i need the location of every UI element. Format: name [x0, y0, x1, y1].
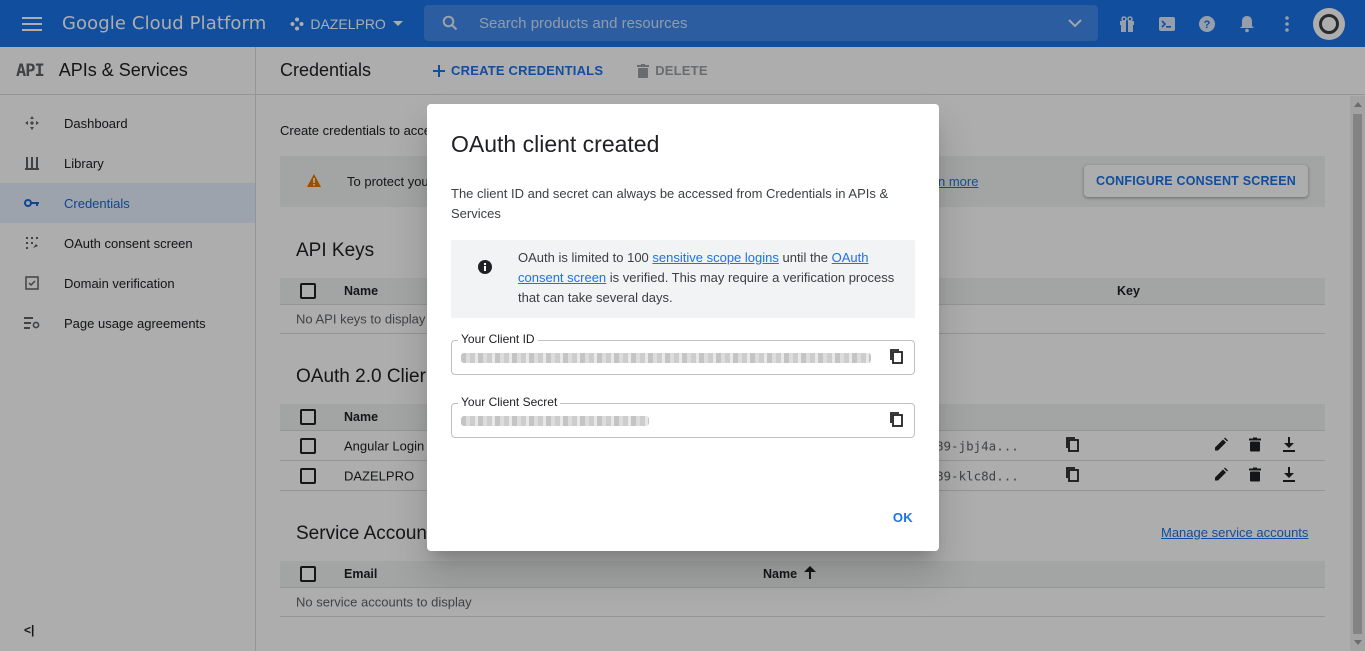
info-text-part: until the — [778, 250, 832, 265]
info-icon — [478, 260, 492, 274]
dialog-title: OAuth client created — [451, 131, 660, 157]
copy-icon[interactable] — [890, 349, 903, 367]
oauth-created-dialog: OAuth client created The client ID and s… — [427, 104, 939, 551]
client-secret-redacted[interactable] — [461, 416, 649, 426]
sensitive-scope-logins-link[interactable]: sensitive scope logins — [652, 250, 778, 265]
ok-button[interactable]: OK — [887, 506, 919, 529]
copy-icon[interactable] — [890, 412, 903, 430]
info-text-part: OAuth is limited to 100 — [518, 250, 653, 265]
dialog-description: The client ID and secret can always be a… — [451, 186, 889, 221]
client-id-label: Your Client ID — [458, 331, 538, 347]
info-text: OAuth is limited to 100 sensitive scope … — [518, 248, 904, 308]
client-secret-field[interactable]: Your Client Secret — [451, 394, 915, 438]
client-id-field[interactable]: Your Client ID — [451, 331, 915, 375]
client-id-redacted[interactable] — [461, 353, 871, 363]
oauth-limit-info: OAuth is limited to 100 sensitive scope … — [451, 240, 915, 318]
client-secret-label: Your Client Secret — [458, 394, 561, 410]
